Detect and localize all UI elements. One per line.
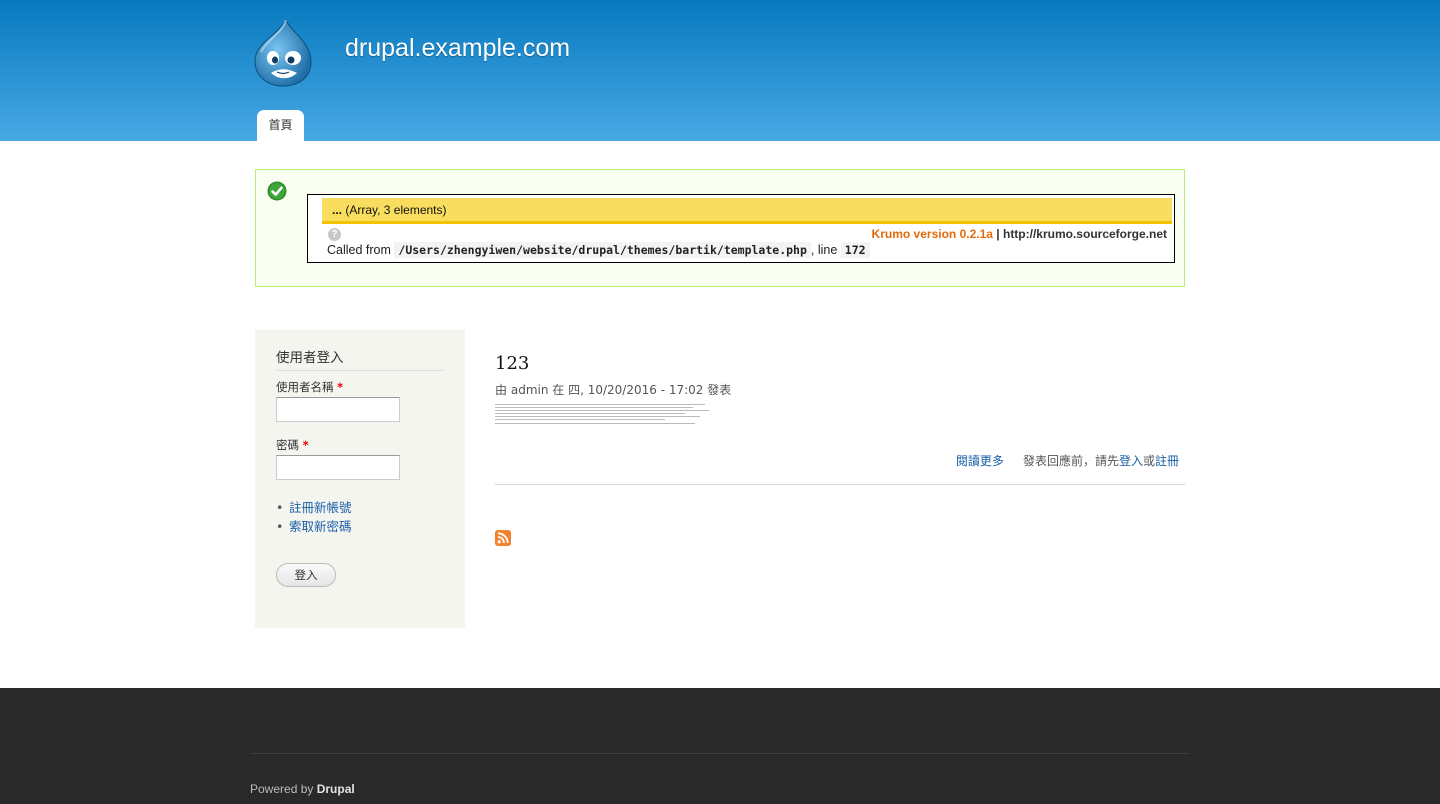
password-label-text: 密碼 (276, 438, 299, 452)
node-body-thumbnail (495, 403, 711, 428)
node-links: 閱讀更多 發表回應前，請先登入或註冊 (956, 452, 1179, 469)
node-divider (495, 484, 1185, 485)
comment-login-link[interactable]: 登入 (1119, 454, 1143, 468)
meta-date: 在 四, 10/20/2016 - 17:02 發表 (552, 383, 732, 397)
site-header: drupal.example.com 首頁 (0, 0, 1440, 141)
drupal-logo[interactable] (253, 18, 313, 88)
login-links: 註冊新帳號 索取新密碼 (276, 498, 352, 536)
read-more-link[interactable]: 閱讀更多 (956, 454, 1004, 468)
or-text: 或 (1142, 454, 1155, 468)
check-circle-icon (267, 181, 287, 201)
drupal-link[interactable]: Drupal (317, 782, 355, 796)
comment-register-link[interactable]: 註冊 (1155, 454, 1179, 468)
krumo-separator: | (996, 227, 1000, 241)
login-button[interactable]: 登入 (276, 563, 336, 587)
called-from-path: /Users/zhengyiwen/website/drupal/themes/… (394, 242, 811, 258)
site-footer: Powered by Drupal (0, 688, 1440, 804)
status-message: ... (Array, 3 elements) ? Krumo version … (255, 169, 1185, 287)
krumo-ellipsis: ... (332, 203, 343, 217)
site-name-link[interactable]: drupal.example.com (345, 34, 570, 63)
username-input[interactable] (276, 397, 400, 422)
rss-feed-icon[interactable] (495, 530, 511, 546)
register-link[interactable]: 註冊新帳號 (289, 500, 352, 515)
line-label: , line (810, 243, 838, 257)
list-item: 註冊新帳號 (276, 498, 352, 517)
footer-credit: Powered by Drupal (250, 782, 355, 796)
password-input[interactable] (276, 455, 400, 480)
request-password-link[interactable]: 索取新密碼 (289, 519, 352, 534)
krumo-dump: ... (Array, 3 elements) ? Krumo version … (307, 194, 1175, 263)
called-from-label: Called from (327, 243, 391, 257)
help-icon[interactable]: ? (328, 228, 341, 241)
node-submitted: 由 admin 在 四, 10/20/2016 - 17:02 發表 (495, 381, 731, 398)
required-marker: * (302, 438, 309, 452)
krumo-version-link[interactable]: Krumo version 0.2.1a (872, 227, 993, 241)
tab-home[interactable]: 首頁 (257, 110, 304, 141)
krumo-array-summary: (Array, 3 elements) (345, 203, 447, 217)
list-item: 索取新密碼 (276, 517, 352, 536)
powered-by-text: Powered by (250, 782, 314, 796)
username-label: 使用者名稱 * (276, 379, 343, 395)
krumo-version-line: Krumo version 0.2.1a | http://krumo.sour… (872, 227, 1167, 241)
username-label-text: 使用者名稱 (276, 380, 334, 394)
meta-prefix: 由 (495, 383, 508, 397)
krumo-called-from: Called from /Users/zhengyiwen/website/dr… (327, 242, 870, 258)
author-link[interactable]: admin (511, 383, 549, 397)
krumo-array-toggle[interactable]: ... (Array, 3 elements) (322, 198, 1172, 224)
krumo-url-link[interactable]: http://krumo.sourceforge.net (1003, 227, 1167, 241)
user-login-block: 使用者登入 使用者名稱 * 密碼 * 註冊新帳號 索取新密碼 登入 (255, 330, 465, 628)
footer-divider (250, 753, 1190, 754)
block-title: 使用者登入 (276, 346, 444, 371)
line-number: 172 (840, 242, 870, 258)
comment-prefix: 發表回應前，請先 (1022, 454, 1119, 468)
node-title[interactable]: 123 (495, 353, 529, 374)
password-label: 密碼 * (276, 437, 309, 453)
required-marker: * (337, 380, 344, 394)
